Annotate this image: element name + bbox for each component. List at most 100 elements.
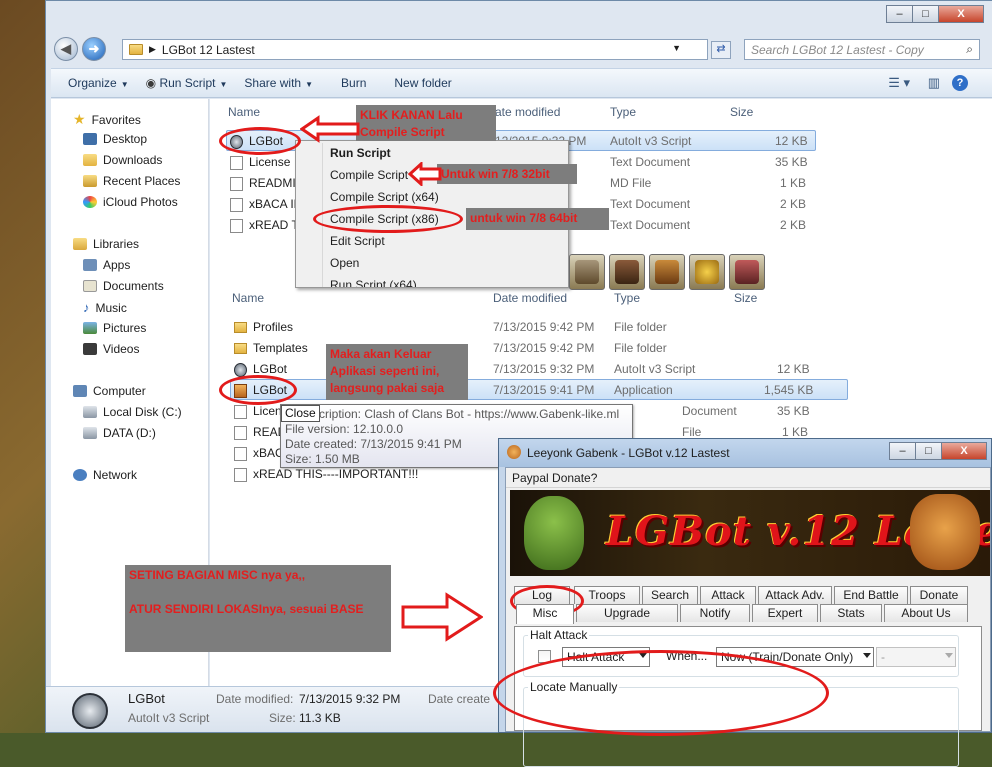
column-name[interactable]: Name: [228, 105, 260, 119]
tab-misc[interactable]: Misc: [516, 604, 574, 624]
tab-attack-adv[interactable]: Attack Adv.: [758, 586, 832, 604]
star-icon: ★: [73, 111, 86, 127]
column-type[interactable]: Type: [610, 105, 636, 119]
town-hall-button[interactable]: [569, 254, 605, 290]
column-date[interactable]: Date modified: [493, 291, 567, 305]
menu-compile-x64[interactable]: Compile Script (x64): [330, 190, 439, 204]
highlight-ring: [219, 375, 297, 405]
nav-icloud-photos[interactable]: iCloud Photos: [83, 195, 178, 209]
maximize-button[interactable]: □: [915, 442, 942, 460]
extra-select[interactable]: -: [876, 647, 956, 667]
menu-compile-script[interactable]: Compile Script: [330, 168, 408, 182]
search-icon[interactable]: ⌕: [966, 42, 973, 57]
tab-about-us[interactable]: About Us: [884, 604, 968, 622]
nav-libraries[interactable]: Libraries: [73, 237, 139, 251]
note-klik-kanan: KLIK KANAN Lalu Compile Script: [356, 105, 496, 141]
note-seting-line1: SETING BAGIAN MISC nya ya,,: [129, 568, 306, 582]
column-type[interactable]: Type: [614, 291, 640, 305]
nav-favorites[interactable]: ★ Favorites: [73, 111, 141, 128]
text-file-icon: [230, 176, 243, 191]
elixir-button[interactable]: [729, 254, 765, 290]
file-row[interactable]: READ: [234, 425, 286, 440]
nav-computer[interactable]: Computer: [73, 384, 146, 398]
menu-run-x64[interactable]: Run Script (x64): [330, 278, 417, 287]
file-row[interactable]: xBAC: [234, 446, 284, 461]
tab-notify[interactable]: Notify: [680, 604, 750, 622]
breadcrumb[interactable]: LGBot 12 Lastest: [162, 43, 255, 57]
menu-edit-script[interactable]: Edit Script: [330, 234, 385, 248]
menu-paypal-donate[interactable]: Paypal Donate?: [512, 471, 597, 485]
text-file-icon: [234, 467, 247, 482]
nav-documents[interactable]: Documents: [83, 279, 164, 293]
text-file-icon: [234, 446, 247, 461]
note-seting: SETING BAGIAN MISC nya ya,, ATUR SENDIRI…: [125, 565, 391, 652]
menu-open[interactable]: Open: [330, 256, 359, 270]
barracks-button[interactable]: [609, 254, 645, 290]
nav-data-drive[interactable]: DATA (D:): [83, 426, 156, 440]
arrow-right-icon: [401, 592, 483, 642]
file-row[interactable]: xREAD THIS----IMPORTANT!!!: [234, 467, 418, 482]
address-bar[interactable]: ▶ LGBot 12 Lastest ▼ ⇄: [122, 39, 731, 60]
nav-recent-places[interactable]: Recent Places: [83, 174, 180, 188]
file-row[interactable]: Licen: [234, 404, 282, 419]
close-button[interactable]: X: [938, 5, 984, 23]
column-date[interactable]: ate modified: [495, 105, 560, 119]
tab-stats[interactable]: Stats: [820, 604, 882, 622]
nav-apps[interactable]: Apps: [83, 258, 130, 272]
tab-attack[interactable]: Attack: [700, 586, 756, 604]
close-button[interactable]: X: [941, 442, 987, 460]
back-button[interactable]: ◀: [54, 37, 78, 61]
minimize-button[interactable]: –: [889, 442, 916, 460]
tab-search[interactable]: Search: [642, 586, 698, 604]
nav-desktop[interactable]: Desktop: [83, 132, 147, 146]
minimize-button[interactable]: –: [886, 5, 913, 23]
file-row[interactable]: License: [230, 155, 290, 170]
nav-music[interactable]: ♪ Music: [83, 300, 127, 315]
nav-network[interactable]: Network: [73, 468, 137, 482]
burn-button[interactable]: Burn: [341, 76, 366, 90]
organize-button[interactable]: Organize ▼: [68, 76, 129, 90]
gold-storage-button[interactable]: [689, 254, 725, 290]
nav-videos[interactable]: Videos: [83, 342, 139, 356]
file-row[interactable]: xBACA IN: [230, 197, 302, 212]
maximize-button[interactable]: □: [912, 5, 939, 23]
view-options-icon[interactable]: ☰ ▾: [888, 75, 910, 91]
details-size: 11.3 KB: [299, 711, 341, 725]
column-size[interactable]: Size: [730, 105, 753, 119]
file-row[interactable]: READMI: [230, 176, 296, 191]
file-row[interactable]: Templates: [234, 341, 308, 355]
search-input[interactable]: Search LGBot 12 Lastest - Copy ⌕: [744, 39, 980, 60]
text-file-icon: [230, 218, 243, 233]
libraries-icon: [73, 238, 87, 250]
nav-downloads[interactable]: Downloads: [83, 153, 162, 167]
tab-upgrade[interactable]: Upgrade: [576, 604, 678, 622]
file-type: Document: [682, 404, 737, 418]
autoit-file-icon: [72, 693, 108, 729]
tab-end-battle[interactable]: End Battle: [834, 586, 908, 604]
run-script-button[interactable]: ◉ Run Script ▼: [146, 76, 228, 90]
details-modified-label: Date modified:: [216, 692, 294, 706]
share-with-button[interactable]: Share with ▼: [244, 76, 313, 90]
nav-pictures[interactable]: Pictures: [83, 321, 146, 335]
help-icon[interactable]: ?: [952, 75, 968, 91]
column-size[interactable]: Size: [734, 291, 757, 305]
new-folder-button[interactable]: New folder: [394, 76, 451, 90]
folder-icon: [129, 44, 143, 55]
app-icon: [507, 445, 521, 459]
nav-local-disk[interactable]: Local Disk (C:): [83, 405, 182, 419]
file-row[interactable]: xREAD TI: [230, 218, 302, 233]
forward-button[interactable]: ➜: [82, 37, 106, 61]
arrow-left-icon: [300, 115, 360, 143]
file-row[interactable]: Profiles: [234, 320, 293, 334]
tab-donate[interactable]: Donate: [910, 586, 968, 604]
close-tag: Close: [281, 405, 320, 422]
tab-expert[interactable]: Expert: [752, 604, 818, 622]
preview-pane-icon[interactable]: ▥: [928, 75, 940, 91]
camp-button[interactable]: [649, 254, 685, 290]
column-name[interactable]: Name: [232, 291, 264, 305]
file-type: File: [682, 425, 702, 439]
dropdown-icon[interactable]: ▼: [672, 43, 681, 53]
file-date: 7/13/2015 9:42 PM: [493, 341, 595, 355]
menu-run-script[interactable]: Run Script: [330, 146, 391, 160]
refresh-icon[interactable]: ⇄: [711, 41, 731, 59]
